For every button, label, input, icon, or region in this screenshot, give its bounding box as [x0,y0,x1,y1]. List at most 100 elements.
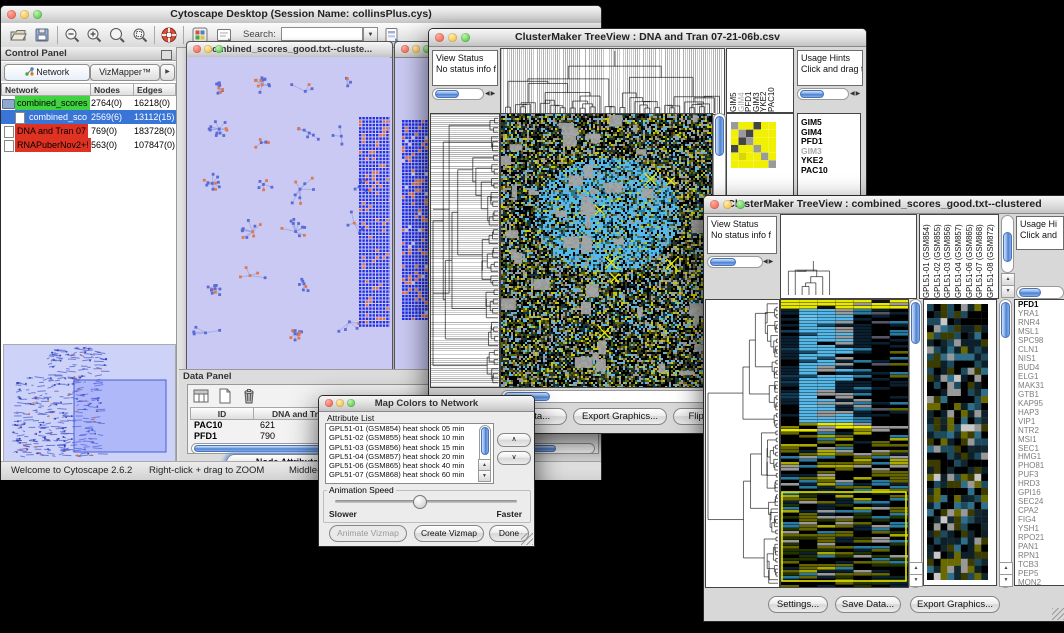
attribute-list-item[interactable]: GPL51-04 (GSM857) heat shock 20 min [326,452,493,461]
window-controls[interactable] [7,10,42,19]
column-label[interactable]: GPL51-08 (GSM872) [986,218,997,298]
gene-label[interactable]: YRA1 [1018,310,1064,319]
network-navigator[interactable] [3,344,176,463]
network-table-row[interactable]: RNAPuberNov2+!563(0)107847(0) [1,138,176,152]
row-label[interactable]: PAC10 [801,166,860,176]
minimize-icon[interactable] [204,45,212,53]
treeview-combined-titlebar[interactable]: ClusterMaker TreeView : combined_scores_… [704,196,1064,214]
close-icon[interactable] [7,10,16,19]
gene-label[interactable]: PHO81 [1018,462,1064,471]
zoom-out-icon[interactable] [63,26,81,44]
usage-hints-scrollbar[interactable] [1016,286,1064,299]
animate-vizmap-button[interactable]: Animate Vizmap [329,525,407,542]
tab-vizmapper[interactable]: VizMapper™ [90,64,160,81]
gene-label[interactable]: PUF3 [1018,471,1064,480]
zoom-window-icon[interactable] [33,10,42,19]
datapanel-col-id[interactable]: ID [190,407,254,420]
gene-label[interactable]: FIG4 [1018,516,1064,525]
attribute-list-item[interactable]: GPL51-07 (GSM868) heat shock 60 min [326,470,493,479]
column-label[interactable]: GPL51-07 (GSM868) [975,218,986,298]
minimize-icon[interactable] [723,200,732,209]
column-label[interactable]: PFD1 [744,52,752,112]
gene-label[interactable]: CPA2 [1018,507,1064,516]
gene-label[interactable]: SEC1 [1018,445,1064,454]
gene-label[interactable]: RPO21 [1018,534,1064,543]
main-titlebar[interactable]: Cytoscape Desktop (Session Name: collins… [1,6,601,24]
gene-label[interactable]: MSL1 [1018,328,1064,337]
zoom-window-icon[interactable] [347,399,355,407]
treeview-dna-titlebar[interactable]: ClusterMaker TreeView : DNA and Tran 07-… [429,29,866,47]
gene-label[interactable]: KAP95 [1018,400,1064,409]
column-label[interactable]: PAC10 [767,52,775,112]
usage-hints-scrollbar[interactable] [797,88,849,100]
gene-label[interactable]: TCB3 [1018,561,1064,570]
column-dendrogram-canvas[interactable] [783,259,835,297]
column-label[interactable]: GPL51-04 (GSM857) [954,218,965,298]
column-label[interactable]: GPL51-03 (GSM856) [943,218,954,298]
dialog-titlebar[interactable]: Map Colors to Network [319,396,534,412]
gene-label[interactable]: ELG1 [1018,373,1064,382]
view-status-scrollbar[interactable] [707,256,763,268]
gene-label[interactable]: NTR2 [1018,427,1064,436]
attribute-list-item[interactable]: GPL51-06 (GSM865) heat shock 40 min [326,461,493,470]
row-dendrogram-canvas[interactable] [430,113,500,388]
scroll-down-icon[interactable]: ▼ [999,574,1013,587]
gene-label[interactable]: HMG1 [1018,453,1064,462]
column-label[interactable]: GIM3 [752,52,760,112]
column-labels-scrollbar[interactable] [1001,215,1014,273]
network-view-titlebar[interactable]: combined_scores_good.txt--cluste... [187,42,392,58]
view-status-scrollbar[interactable] [432,88,484,100]
column-header-edges[interactable]: Edges [133,83,176,96]
minimize-icon[interactable] [336,399,344,407]
gene-label[interactable]: MON2 [1018,579,1064,586]
column-label[interactable]: GPL51-02 (GSM855) [933,218,944,298]
tab-network[interactable]: Network [4,64,90,81]
network-table-row[interactable]: combined_sco2569(6)13112(15) [1,110,176,124]
close-icon[interactable] [325,399,333,407]
attribute-list-item[interactable]: GPL51-02 (GSM855) heat shock 10 min [326,433,493,442]
gene-label[interactable]: SEC24 [1018,498,1064,507]
column-dendrogram-canvas[interactable] [500,48,725,115]
column-label[interactable]: GIM5 [729,52,737,112]
column-header-network[interactable]: Network [1,83,91,96]
resize-grip[interactable] [521,533,533,545]
row-dendrogram-canvas[interactable] [705,299,780,588]
network-table-row[interactable]: DNA and Tran 07769(0)183728(0) [1,124,176,138]
gene-label[interactable]: RNR4 [1018,319,1064,328]
gene-label[interactable]: RPN1 [1018,552,1064,561]
zoom-window-icon[interactable] [215,45,223,53]
zoom-matrix-canvas[interactable] [731,122,776,168]
speed-slider-thumb[interactable] [413,495,427,509]
gene-label[interactable]: PEP5 [1018,570,1064,579]
minimize-icon[interactable] [20,10,29,19]
genelist-vscrollbar[interactable] [999,299,1012,588]
gene-label[interactable]: GPI16 [1018,489,1064,498]
export-graphics-button[interactable]: Export Graphics... [910,596,1000,613]
zoom-in-icon[interactable] [85,26,103,44]
gene-label[interactable]: SPC98 [1018,337,1064,346]
resize-grip[interactable] [1052,608,1064,620]
float-panel-icon[interactable] [161,50,172,60]
attribute-select-icon[interactable] [192,387,210,405]
settings-button[interactable]: Settings... [768,596,828,613]
gene-label[interactable]: MSI1 [1018,436,1064,445]
open-file-icon[interactable] [9,26,27,44]
scroll-down-icon[interactable]: ▼ [909,574,923,587]
scroll-arrows[interactable]: ◀▶ [485,90,496,97]
close-icon[interactable] [435,33,444,42]
gene-label[interactable]: CLN1 [1018,346,1064,355]
zoom-heatmap-canvas[interactable] [927,304,988,580]
gene-label[interactable]: PFD1 [1018,301,1064,310]
gene-label[interactable]: HAP3 [1018,409,1064,418]
create-vizmap-button[interactable]: Create Vizmap [414,525,484,542]
column-label[interactable]: GPL51-01 (GSM854) [922,218,933,298]
column-header-nodes[interactable]: Nodes [90,83,134,96]
scroll-down-icon[interactable]: ▼ [1001,285,1015,298]
close-icon[interactable] [401,45,409,53]
column-label[interactable]: YKE2 [759,52,767,112]
gene-label[interactable]: MAK31 [1018,382,1064,391]
minimize-icon[interactable] [412,45,420,53]
heatmap-canvas[interactable] [500,113,713,388]
scroll-arrows[interactable]: ◀▶ [850,90,861,97]
gene-label[interactable]: HRD3 [1018,480,1064,489]
